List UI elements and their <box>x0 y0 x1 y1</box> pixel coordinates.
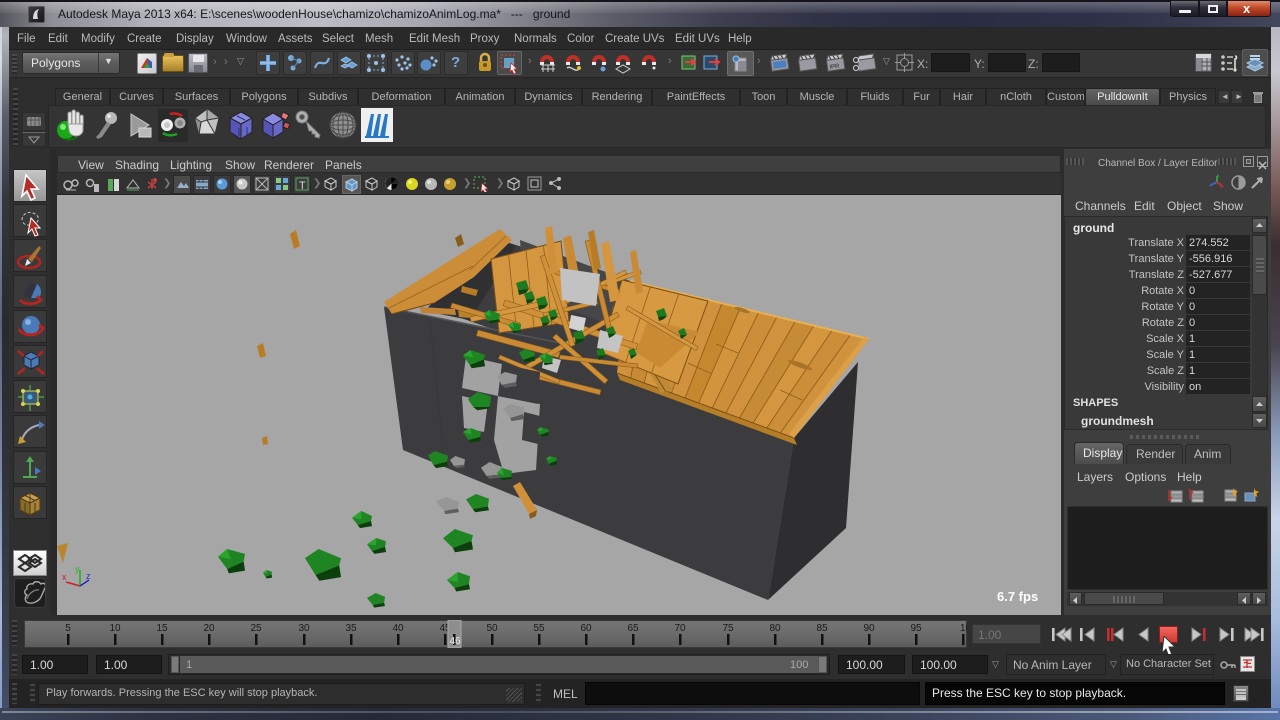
svg-text:x: x <box>62 572 67 582</box>
svg-text:85: 85 <box>816 623 828 634</box>
svg-text:15: 15 <box>156 623 168 634</box>
svg-text:60: 60 <box>580 623 592 634</box>
svg-text:95: 95 <box>910 623 922 634</box>
svg-text:50: 50 <box>486 623 498 634</box>
svg-text:65: 65 <box>627 623 639 634</box>
svg-text:z: z <box>86 571 91 581</box>
svg-text:70: 70 <box>674 623 686 634</box>
svg-text:5: 5 <box>65 623 71 634</box>
svg-text:30: 30 <box>298 623 310 634</box>
svg-text:75: 75 <box>722 623 734 634</box>
svg-text:90: 90 <box>863 623 875 634</box>
svg-text:40: 40 <box>392 623 404 634</box>
svg-text:10: 10 <box>109 623 121 634</box>
svg-text:T: T <box>299 180 306 192</box>
svg-text:25: 25 <box>250 623 262 634</box>
svg-text:35: 35 <box>345 623 357 634</box>
svg-text:y: y <box>75 564 80 574</box>
svg-text:46: 46 <box>449 636 461 647</box>
svg-text:80: 80 <box>769 623 781 634</box>
svg-text:6.7 fps: 6.7 fps <box>997 589 1038 604</box>
svg-text:10: 10 <box>960 623 967 634</box>
svg-text:20: 20 <box>203 623 215 634</box>
svg-text:55: 55 <box>533 623 545 634</box>
